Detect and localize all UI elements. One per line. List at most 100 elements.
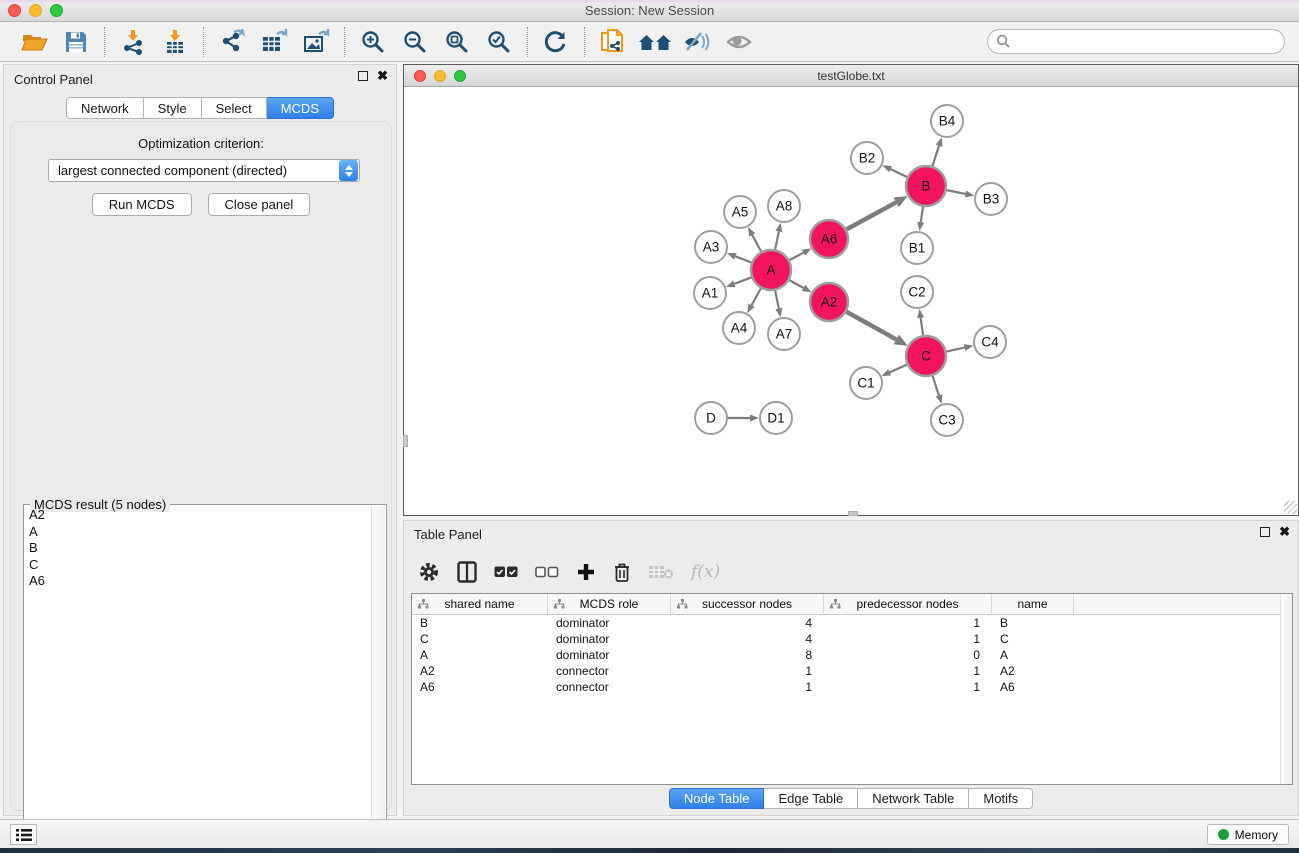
result-item[interactable]: C: [25, 557, 371, 574]
zoom-window-button[interactable]: [50, 4, 63, 17]
import-network-button[interactable]: [115, 25, 151, 59]
export-image-button[interactable]: [298, 25, 334, 59]
edge-arrowhead-icon: [802, 248, 812, 255]
tab-edge-table[interactable]: Edge Table: [764, 788, 858, 809]
criterion-select[interactable]: largest connected component (directed): [48, 159, 360, 182]
graph-edge[interactable]: [734, 277, 751, 283]
zoom-out-button[interactable]: [397, 25, 433, 59]
result-item[interactable]: B: [25, 540, 371, 557]
tab-network-table[interactable]: Network Table: [858, 788, 969, 809]
table-cell: 0: [824, 647, 992, 663]
export-network-button[interactable]: [214, 25, 250, 59]
graph-edge[interactable]: [846, 312, 896, 340]
select-all-button[interactable]: [494, 565, 518, 579]
run-mcds-button[interactable]: Run MCDS: [92, 193, 192, 216]
minimize-window-button[interactable]: [29, 4, 42, 17]
close-table-panel-icon[interactable]: ✖: [1279, 527, 1290, 537]
float-panel-icon[interactable]: [358, 71, 368, 81]
close-window-button[interactable]: [8, 4, 21, 17]
zoom-out-icon: [402, 29, 428, 55]
tab-network[interactable]: Network: [66, 97, 144, 119]
table-row[interactable]: A2connector11A2: [412, 663, 1292, 679]
clone-network-button[interactable]: [595, 25, 631, 59]
column-header-successor-nodes[interactable]: successor nodes: [671, 594, 824, 614]
deselect-all-button[interactable]: [535, 565, 559, 579]
network-zoom-button[interactable]: [454, 70, 466, 82]
window-resize-grip[interactable]: [1284, 501, 1297, 514]
delete-table-button[interactable]: [648, 563, 674, 581]
graph-edge[interactable]: [752, 235, 761, 252]
refresh-button[interactable]: [538, 25, 574, 59]
graph-edge[interactable]: [947, 348, 965, 352]
refresh-icon: [543, 29, 569, 55]
graph-edge[interactable]: [775, 291, 779, 309]
graph-edge[interactable]: [933, 376, 939, 395]
graph-edge[interactable]: [932, 146, 939, 166]
graph-edge[interactable]: [890, 169, 907, 177]
graph-edge[interactable]: [775, 231, 779, 249]
titlebar: Session: New Session: [0, 0, 1299, 22]
tab-motifs[interactable]: Motifs: [969, 788, 1033, 809]
zoom-fit-button[interactable]: [439, 25, 475, 59]
add-column-button[interactable]: [576, 562, 596, 582]
graph-edge[interactable]: [847, 202, 897, 229]
table-row[interactable]: Bdominator41B: [412, 615, 1292, 631]
result-item[interactable]: A: [25, 524, 371, 541]
graph-edge[interactable]: [890, 365, 907, 373]
export-image-icon: [302, 29, 330, 55]
table-row[interactable]: A6connector11A6: [412, 679, 1292, 695]
tab-node-table[interactable]: Node Table: [669, 788, 765, 809]
open-session-button[interactable]: [16, 25, 52, 59]
graph-edge[interactable]: [790, 253, 804, 260]
column-header-name[interactable]: name: [992, 594, 1074, 614]
toolbar-separator: [203, 27, 204, 57]
column-header-shared-name[interactable]: shared name: [412, 594, 548, 614]
result-item[interactable]: A2: [25, 507, 371, 524]
table-scrollbar[interactable]: [1280, 594, 1292, 784]
graph-edge[interactable]: [752, 288, 761, 305]
tab-select[interactable]: Select: [202, 97, 267, 119]
result-scrollbar[interactable]: [371, 506, 385, 844]
import-table-button[interactable]: [157, 25, 193, 59]
graph-edge[interactable]: [921, 207, 923, 222]
first-neighbors-button[interactable]: [637, 25, 673, 59]
function-builder-button[interactable]: f(x): [691, 562, 720, 582]
delete-column-button[interactable]: [613, 562, 631, 583]
graph-edge[interactable]: [921, 318, 923, 335]
show-all-button[interactable]: [721, 25, 757, 59]
result-item[interactable]: A6: [25, 573, 371, 590]
column-header-MCDS-role[interactable]: MCDS role: [548, 594, 671, 614]
zoom-in-button[interactable]: [355, 25, 391, 59]
export-table-button[interactable]: [256, 25, 292, 59]
graph-edge[interactable]: [947, 190, 966, 194]
close-panel-icon[interactable]: ✖: [377, 71, 388, 81]
tab-mcds[interactable]: MCDS: [267, 97, 334, 119]
network-hscroll-thumb[interactable]: [848, 511, 858, 516]
task-history-button[interactable]: [10, 824, 37, 845]
table-row[interactable]: Cdominator41C: [412, 631, 1292, 647]
table-toolbar: f(x): [418, 555, 720, 589]
column-header-predecessor-nodes[interactable]: predecessor nodes: [824, 594, 992, 614]
column-layout-button[interactable]: [457, 561, 477, 583]
network-minimize-button[interactable]: [434, 70, 446, 82]
network-canvas[interactable]: B4B2BB3A5A8A6A3B1AA1C2A2A4A7C4CC1C3DD1: [404, 88, 1298, 515]
network-vscroll-thumb[interactable]: [403, 435, 408, 447]
float-table-panel-icon[interactable]: [1260, 527, 1270, 537]
zoom-selected-button[interactable]: [481, 25, 517, 59]
column-settings-button[interactable]: [418, 561, 440, 583]
hide-selected-button[interactable]: [679, 25, 715, 59]
save-session-icon: [64, 30, 88, 54]
delete-table-icon: [648, 563, 674, 581]
hide-selected-icon: [682, 30, 712, 54]
memory-button[interactable]: Memory: [1207, 824, 1289, 845]
save-session-button[interactable]: [58, 25, 94, 59]
column-type-icon: [418, 599, 429, 609]
table-row[interactable]: Adominator80A: [412, 647, 1292, 663]
search-input[interactable]: [987, 29, 1285, 54]
close-panel-button[interactable]: Close panel: [208, 193, 311, 216]
network-close-button[interactable]: [414, 70, 426, 82]
traffic-lights: [8, 4, 63, 17]
graph-edge[interactable]: [789, 280, 803, 288]
graph-edge[interactable]: [735, 256, 751, 262]
tab-style[interactable]: Style: [144, 97, 202, 119]
